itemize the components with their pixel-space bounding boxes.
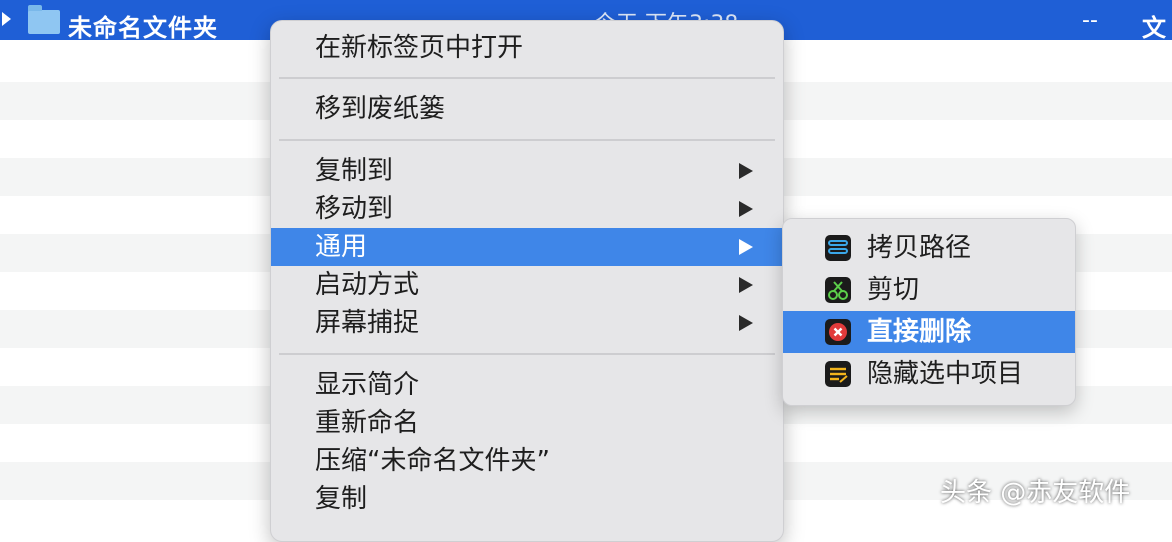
menu-item-label: 屏幕捕捉 <box>315 308 420 338</box>
submenu-item-copy-path[interactable]: 拷贝路径 <box>783 227 1075 269</box>
menu-item-open-with[interactable]: 启动方式 <box>271 266 783 304</box>
menu-item-label: 通用 <box>315 232 368 262</box>
menu-item-copy-to[interactable]: 复制到 <box>271 152 783 190</box>
file-size: -- <box>1082 8 1098 33</box>
submenu-arrow-icon <box>739 315 753 331</box>
hide-icon <box>825 361 851 387</box>
menu-item-compress[interactable]: 压缩“未命名文件夹” <box>271 442 783 480</box>
submenu-arrow-icon <box>739 277 753 293</box>
scissors-icon <box>825 277 851 303</box>
file-kind: 文 <box>1142 14 1166 42</box>
watermark: 头条 @赤友软件 <box>940 478 1131 508</box>
menu-item-move-to[interactable]: 移动到 <box>271 190 783 228</box>
submenu-item-hide-selected[interactable]: 隐藏选中项目 <box>783 353 1075 395</box>
submenu-item-label: 剪切 <box>867 275 920 305</box>
menu-item-label: 移动到 <box>315 194 394 224</box>
submenu-item-label: 隐藏选中项目 <box>867 359 1024 389</box>
menu-item-rename[interactable]: 重新命名 <box>271 404 783 442</box>
submenu-arrow-icon <box>739 163 753 179</box>
menu-item-label: 复制到 <box>315 156 394 186</box>
submenu-item-cut[interactable]: 剪切 <box>783 269 1075 311</box>
menu-item-label: 压缩“未命名文件夹” <box>315 446 550 476</box>
submenu-arrow-icon <box>739 239 753 255</box>
menu-item-label: 移到废纸篓 <box>315 94 446 124</box>
folder-icon <box>28 5 60 34</box>
menu-item-general[interactable]: 通用 <box>271 228 783 266</box>
menu-item-label: 复制 <box>315 484 368 514</box>
disclosure-triangle-icon[interactable] <box>2 12 11 26</box>
submenu-item-label: 拷贝路径 <box>867 233 972 263</box>
submenu-item-delete-immediately[interactable]: 直接删除 <box>783 311 1075 353</box>
menu-item-label: 显示简介 <box>315 370 420 400</box>
context-menu: 在新标签页中打开 移到废纸篓 复制到 移动到 通用 启动方式 屏幕捕捉 显示简介… <box>270 20 784 542</box>
menu-item-label: 重新命名 <box>315 408 420 438</box>
menu-separator <box>279 353 775 355</box>
submenu-arrow-icon <box>739 201 753 217</box>
menu-separator <box>279 77 775 79</box>
general-submenu: 拷贝路径 剪切 直接删除 隐藏选中项目 <box>782 218 1076 406</box>
menu-item-duplicate[interactable]: 复制 <box>271 480 783 518</box>
menu-separator <box>279 139 775 141</box>
path-icon <box>825 235 851 261</box>
submenu-item-label: 直接删除 <box>867 317 972 347</box>
delete-icon <box>825 319 851 345</box>
file-name: 未命名文件夹 <box>68 14 218 42</box>
menu-item-get-info[interactable]: 显示简介 <box>271 366 783 404</box>
menu-item-move-to-trash[interactable]: 移到废纸篓 <box>271 90 783 128</box>
menu-item-label: 在新标签页中打开 <box>315 33 524 63</box>
menu-item-label: 启动方式 <box>315 270 420 300</box>
menu-item-open-new-tab[interactable]: 在新标签页中打开 <box>271 29 783 67</box>
menu-item-screen-capture[interactable]: 屏幕捕捉 <box>271 304 783 342</box>
